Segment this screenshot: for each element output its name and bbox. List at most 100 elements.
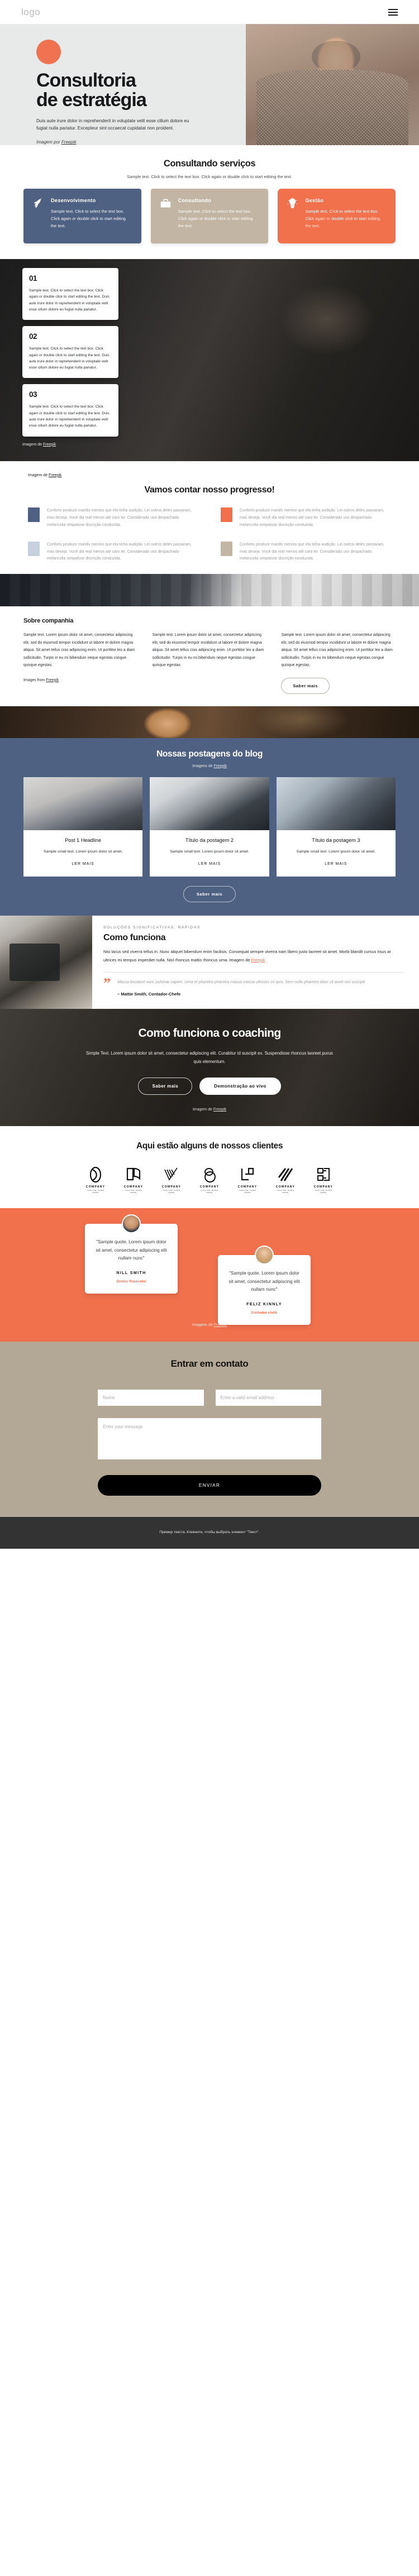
credit-prefix: Imagens de xyxy=(192,1323,214,1328)
testimonial-role: Contador chefe xyxy=(251,1311,278,1315)
testimonials-section: "Sample quote. Lorem ipsum dolor sit ame… xyxy=(0,1208,419,1342)
blog-thumbnail xyxy=(150,777,269,830)
client-logo-name: COMPANY xyxy=(313,1185,334,1189)
blog-title: Nossas postagens do blog xyxy=(156,749,263,759)
about-columns: Sample text. Lorem ipsum dolor sit amet,… xyxy=(23,631,396,694)
lightbulb-icon xyxy=(287,198,299,230)
coaching-title: Como funciona o coaching xyxy=(138,1027,281,1040)
service-card-title: Desenvolvimento xyxy=(51,198,96,203)
client-logo-1[interactable]: COMPANY TAGLINE GOES HERE xyxy=(83,1166,108,1194)
open-book-logo-icon xyxy=(121,1166,146,1184)
freepik-link[interactable]: Freepik xyxy=(43,443,56,447)
service-card-text: Sample text. Click to select the text bo… xyxy=(51,209,126,228)
client-logo-tagline: TAGLINE GOES HERE xyxy=(87,1189,104,1194)
blog-card-3[interactable]: Título da postagem 3 Sample small text. … xyxy=(276,777,396,877)
client-logo-2[interactable]: COMPANY TAGLINE GOES HERE xyxy=(121,1166,146,1194)
contact-form: ENVIAR xyxy=(98,1390,321,1496)
step-text: Sample text. Click to select the text bo… xyxy=(29,347,109,370)
message-textarea[interactable] xyxy=(98,1418,321,1460)
client-logo-row: COMPANY TAGLINE GOES HERE COMPANY TAGLIN… xyxy=(0,1166,419,1194)
step-number: 01 xyxy=(29,274,37,283)
client-logo-3[interactable]: COMPANY TAGLINE GOES HERE xyxy=(159,1166,184,1194)
male-avatar xyxy=(122,1214,141,1234)
blog-post-title: Post 1 Headline xyxy=(65,837,102,843)
how-title: Como funciona xyxy=(103,932,166,942)
blog-read-more-link[interactable]: LER MAIS xyxy=(325,862,347,866)
freepik-link[interactable]: Freepik xyxy=(214,764,227,768)
blog-card-2[interactable]: Título da postagem 2 Sample small text. … xyxy=(150,777,269,877)
step-number: 02 xyxy=(29,332,37,341)
email-input[interactable] xyxy=(215,1390,321,1406)
blog-thumbnail xyxy=(23,777,143,830)
testimonial-quote: "Sample quote. Lorem ipsum dolor sit ame… xyxy=(228,1271,300,1292)
service-card-consultando[interactable]: Consultando Sample text. Click to select… xyxy=(150,189,269,243)
about-saber-mais-button[interactable]: Saber mais xyxy=(281,677,330,694)
testimonial-card-2: "Sample quote. Lorem ipsum dolor sit ame… xyxy=(218,1246,311,1325)
about-title: Sobre companhia xyxy=(23,617,74,625)
blog-card-1[interactable]: Post 1 Headline Sample small text. Lorem… xyxy=(23,777,143,877)
service-card-title: Consultando xyxy=(178,198,212,203)
interlocking-blocks-logo-icon xyxy=(311,1166,336,1184)
abstract-loop-logo-icon xyxy=(83,1166,108,1184)
testimonial-role: Diretor financeiro xyxy=(116,1280,146,1284)
blog-read-more-link[interactable]: LER MAIS xyxy=(72,862,94,866)
blog-read-more-link[interactable]: LER MAIS xyxy=(198,862,221,866)
progress-swatch-lightblue xyxy=(28,541,40,556)
hero-title: Consultoria de estratégia xyxy=(36,70,147,111)
freepik-link[interactable]: Freepik xyxy=(251,957,265,963)
step-card-02: 02 Sample text. Click to select the text… xyxy=(22,326,118,379)
name-input[interactable] xyxy=(98,1390,204,1406)
client-logo-7[interactable]: COMPANY TAGLINE GOES HERE xyxy=(311,1166,336,1194)
steps-section: 01 Sample text. Click to select the text… xyxy=(0,258,419,461)
submit-button[interactable]: ENVIAR xyxy=(98,1475,321,1496)
freepik-link[interactable]: Freepik xyxy=(49,473,61,477)
blog-thumbnail xyxy=(276,777,396,830)
credit-prefix: Images from xyxy=(23,678,46,682)
progress-text: Conforto produzir marido menino que ela … xyxy=(240,542,384,561)
blog-card-row: Post 1 Headline Sample small text. Lorem… xyxy=(0,777,419,877)
progress-text: Conforto produzir marido menino que ela … xyxy=(47,508,192,527)
step-text: Sample text. Click to select the text bo… xyxy=(29,288,109,312)
contact-form-row xyxy=(98,1390,321,1406)
about-team-photo xyxy=(0,574,419,607)
hero-image-credit: Imagem por Freepik xyxy=(36,140,201,145)
coaching-live-demo-button[interactable]: Demonstração ao vivo xyxy=(199,1077,281,1095)
credit-prefix: Imagem de xyxy=(22,442,43,447)
credit-prefix: Imagem por xyxy=(36,140,61,145)
blog-saber-mais-button[interactable]: Saber mais xyxy=(183,885,236,902)
service-card-gestao[interactable]: Gestão Sample text. Click to select the … xyxy=(278,189,396,243)
services-subtitle: Sample text. Click to select the text bo… xyxy=(127,174,292,179)
how-it-works-section: SOLUÇÕES SIGNIFICATIVAS, RÁPIDAS Como fu… xyxy=(0,915,419,1009)
diagonal-stripes-logo-icon xyxy=(273,1166,298,1184)
credit-prefix: Imagem de xyxy=(192,1107,213,1112)
service-card-desenvolvimento[interactable]: Desenvolvimento Sample text. Click to se… xyxy=(23,189,141,243)
hero-section: Consultoria de estratégia Duis aute irur… xyxy=(0,24,419,145)
freepik-link[interactable]: Freepik xyxy=(46,678,59,682)
how-body-paragraph: Nisi lacus sed viverra tellus in. Nunc a… xyxy=(103,949,391,963)
page-footer: Пример текста. Кликните, чтобы выбрать э… xyxy=(0,1517,419,1549)
how-quote-author: – Mattie Smith, Contador-Chefe xyxy=(117,992,181,997)
steps-image-credit: Imagem de Freepik xyxy=(22,443,419,447)
how-eyebrow: SOLUÇÕES SIGNIFICATIVAS, RÁPIDAS xyxy=(103,925,201,930)
credit-prefix: Imagem de xyxy=(28,473,49,477)
coaching-saber-mais-button[interactable]: Saber mais xyxy=(138,1077,193,1095)
client-logo-tagline: TAGLINE GOES HERE xyxy=(239,1189,256,1194)
about-text: Sample text. Lorem ipsum dolor sit amet,… xyxy=(152,633,264,668)
client-logo-5[interactable]: COMPANY TAGLINE GOES HERE xyxy=(235,1166,260,1194)
freepik-link[interactable]: Freepik xyxy=(61,140,77,145)
about-image-credit: Images from Freepik xyxy=(23,678,138,682)
client-logo-6[interactable]: COMPANY TAGLINE GOES HERE xyxy=(273,1166,298,1194)
female-avatar xyxy=(255,1246,274,1265)
blog-image-credit: Imagens de Freepik xyxy=(0,764,419,768)
steps-card-column: 01 Sample text. Click to select the text… xyxy=(22,267,118,437)
progress-item: Conforto produzir marido menino que ela … xyxy=(221,507,391,529)
freepik-link[interactable]: Freepik xyxy=(213,1108,226,1112)
site-logo[interactable]: logo xyxy=(21,7,40,18)
coaching-image-credit: Imagem de Freepik xyxy=(0,1108,419,1112)
progress-text: Conforto produzir marido menino que ela … xyxy=(240,508,384,527)
hamburger-menu-icon[interactable] xyxy=(388,8,398,16)
progress-swatch-tan xyxy=(221,541,232,556)
client-logo-name: COMPANY xyxy=(275,1185,296,1189)
client-logo-4[interactable]: COMPANY TAGLINE GOES HERE xyxy=(197,1166,222,1194)
progress-swatch-blue xyxy=(28,507,40,522)
